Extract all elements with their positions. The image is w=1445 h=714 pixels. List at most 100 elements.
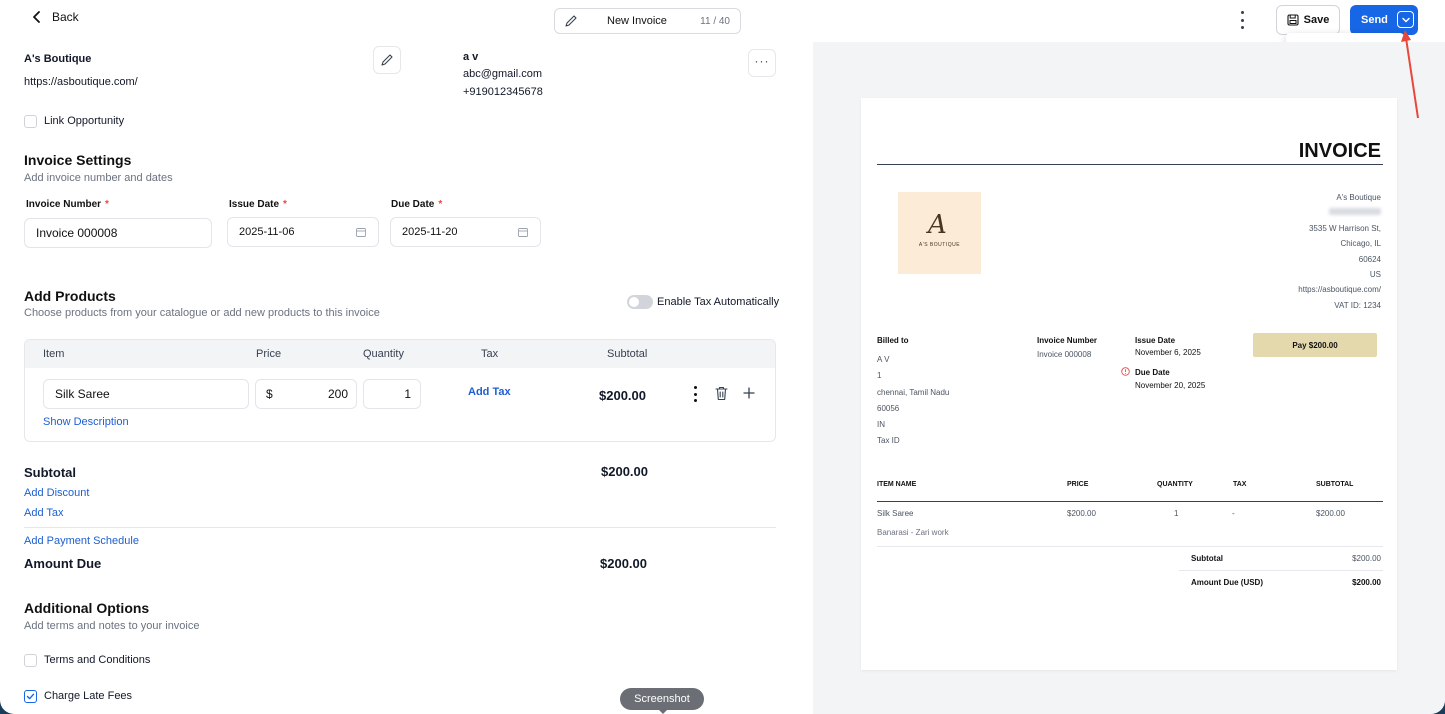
pay-button[interactable]: Pay $200.00 [1253,333,1377,357]
billed-to-line: 1 [877,371,882,380]
amount-due-value: $200.00 [600,556,647,571]
totals-divider [24,527,776,528]
invoice-settings-subtitle: Add invoice number and dates [24,172,173,184]
row-more-icon[interactable] [694,386,698,402]
add-tax-link[interactable]: Add Tax [24,507,64,519]
terms-label: Terms and Conditions [44,654,151,666]
terms-checkbox[interactable] [24,654,37,667]
invoice-editor-panel: A's Boutique https://asboutique.com/ a v… [0,42,795,714]
column-header: Item [43,348,65,360]
add-payment-schedule-link[interactable]: Add Payment Schedule [24,535,139,547]
save-label: Save [1303,14,1330,26]
preview-column-header: PRICE [1067,481,1089,488]
link-opportunity-checkbox[interactable] [24,115,37,128]
calendar-icon [518,228,528,237]
add-tax-row-link[interactable]: Add Tax [468,386,511,398]
preview-header-rule [877,501,1383,502]
billed-to-line: Tax ID [877,436,900,445]
late-fees-label: Charge Late Fees [44,690,133,702]
issue-date-value: 2025-11-06 [239,226,295,238]
back-button[interactable]: Back [30,10,79,24]
due-date-text: November 20, 2025 [1135,381,1206,390]
contact-more-button[interactable]: ··· [748,49,776,77]
billed-to-line: chennai, Tamil Nadu [877,388,950,397]
preview-subtotal-rule [1179,570,1383,571]
enable-tax-label: Enable Tax Automatically [657,296,780,308]
more-options-icon[interactable] [1235,11,1249,29]
column-header: Quantity [363,348,404,360]
enable-tax-toggle[interactable] [627,295,653,309]
plus-icon[interactable] [743,387,755,399]
show-description-link[interactable]: Show Description [43,416,129,428]
issue-date-text: November 6, 2025 [1135,348,1201,357]
invoice-number-label: Invoice Number * [26,199,109,210]
due-date-value: 2025-11-20 [402,226,458,238]
preview-column-header: QUANTITY [1157,481,1193,488]
billed-to-label: Billed to [877,336,909,345]
link-opportunity-label: Link Opportunity [44,115,125,127]
add-discount-link[interactable]: Add Discount [24,487,89,499]
company-country: US [1369,270,1381,279]
save-icon [1287,14,1299,26]
price-value: 200 [327,387,348,401]
invoice-preview-paper: INVOICE A A'S BOUTIQUE A's Boutique 3535… [861,98,1397,670]
invoice-title-field[interactable]: New Invoice 11 / 40 [554,8,741,34]
add-products-subtitle: Choose products from your catalogue or a… [24,307,380,319]
billed-to-line: 60056 [877,404,900,413]
annotation-arrow [1401,30,1419,119]
preview-item-name: Silk Saree [877,509,914,518]
invoice-number-input[interactable]: Invoice 000008 [24,218,212,248]
preview-item-quantity: 1 [1174,509,1179,518]
contact-phone: +919012345678 [463,86,543,98]
contact-email: abc@gmail.com [463,68,543,80]
back-label: Back [52,10,79,24]
checkmark-icon [26,693,35,700]
item-name-input[interactable]: Silk Saree [43,379,249,409]
send-dropdown-toggle[interactable] [1397,11,1414,28]
price-input[interactable]: $ 200 [255,379,357,409]
invoice-title-text: New Invoice [607,15,667,27]
save-button[interactable]: Save [1276,5,1340,35]
app-window: Back New Invoice 11 / 40 Save Send Copy … [0,0,1445,714]
preview-item-description: Banarasi - Zari work [877,528,949,537]
chevron-down-icon [1401,17,1410,22]
edit-business-button[interactable] [373,46,401,74]
pencil-icon [565,15,577,27]
due-date-heading: Due Date [1135,368,1170,377]
trash-icon[interactable] [715,386,728,401]
issue-date-heading: Issue Date [1135,336,1176,345]
billed-to-line: A V [877,355,890,364]
company-url: https://asboutique.com/ [1298,285,1381,294]
issue-date-input[interactable]: 2025-11-06 [227,217,379,247]
business-name: A's Boutique [24,53,92,65]
company-city: Chicago, IL [1340,239,1381,248]
due-date-label: Due Date * [391,199,443,210]
currency-symbol: $ [266,387,273,401]
column-header: Tax [481,348,499,360]
quantity-input[interactable]: 1 [363,379,421,409]
add-products-title: Add Products [24,288,116,304]
row-subtotal: $200.00 [599,388,646,403]
late-fees-checkbox[interactable] [24,690,37,703]
chevron-left-icon [33,11,40,23]
additional-options-subtitle: Add terms and notes to your invoice [24,620,200,632]
billed-to-line: IN [877,420,885,429]
company-name: A's Boutique [1336,193,1381,202]
preview-subtotal-value: $200.00 [1352,554,1381,563]
company-logo: A A'S BOUTIQUE [898,192,981,274]
heading-rule [877,164,1383,165]
preview-column-header: TAX [1233,481,1247,488]
additional-options-title: Additional Options [24,600,150,616]
invoice-number-heading: Invoice Number [1037,336,1098,345]
warning-icon [1121,367,1130,376]
contact-name: a v [463,51,479,63]
invoice-preview-panel: INVOICE A A'S BOUTIQUE A's Boutique 3535… [813,42,1445,714]
business-url: https://asboutique.com/ [24,76,138,88]
company-vat: VAT ID: 1234 [1334,301,1381,310]
logo-text: A'S BOUTIQUE [918,242,961,248]
preview-column-header: ITEM NAME [877,481,917,488]
amount-due-label: Amount Due [24,556,102,571]
due-date-input[interactable]: 2025-11-20 [390,217,541,247]
company-phone-redacted [1329,208,1381,215]
calendar-icon [356,228,366,237]
